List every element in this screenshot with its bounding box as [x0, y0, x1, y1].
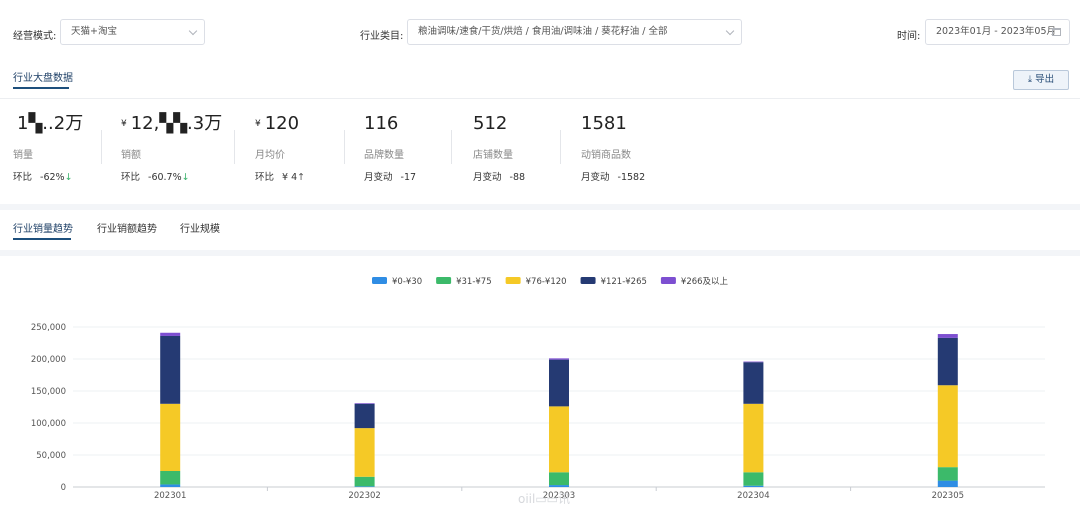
bar-segment [743, 485, 764, 487]
legend-swatch [580, 277, 596, 284]
bar-segment [549, 472, 569, 486]
bar-segment [354, 403, 375, 429]
y-tick-label: 0 [61, 483, 66, 493]
bar-segment [743, 403, 764, 473]
bar-segment [743, 472, 764, 486]
bar-segment [549, 406, 569, 473]
watermark: oiil▭▭讯 [518, 492, 571, 506]
x-tick-label: 202301 [154, 491, 186, 501]
x-tick-label: 202302 [348, 491, 380, 501]
legend-label: ¥0-¥30 [392, 277, 422, 287]
y-tick-label: 150,000 [31, 387, 66, 397]
bar-segment [160, 471, 181, 485]
bar-segment [549, 485, 569, 487]
bar-segment [937, 337, 958, 386]
legend-swatch [372, 277, 387, 284]
legend-swatch [436, 277, 452, 284]
bar-segment [354, 476, 375, 487]
bar-segment [743, 361, 764, 363]
legend-swatch [660, 277, 676, 284]
legend-label: ¥121-¥265 [601, 277, 647, 287]
y-tick-label: 100,000 [31, 419, 66, 429]
bar-segment [937, 467, 958, 481]
legend-label: ¥266及以上 [681, 277, 729, 287]
x-tick-label: 202304 [737, 491, 769, 501]
y-tick-label: 50,000 [36, 451, 66, 461]
bar-segment [160, 335, 181, 404]
bar-segment [937, 385, 958, 468]
y-tick-label: 250,000 [31, 323, 66, 333]
bar-segment [160, 403, 181, 471]
bar-segment [549, 358, 569, 360]
bar-segment [354, 486, 375, 487]
bar-segment [937, 334, 958, 338]
legend-label: ¥31-¥75 [456, 277, 492, 287]
bar-segment [743, 362, 764, 404]
legend-label: ¥76-¥120 [526, 277, 567, 287]
x-tick-label: 202305 [932, 491, 964, 501]
bar-segment [354, 428, 375, 477]
y-tick-label: 200,000 [31, 355, 66, 365]
bar-segment [160, 332, 181, 336]
bar-segment [160, 484, 181, 487]
stacked-bar-chart: 0 50,000 100,000 150,000 200,000 250,000 20230… [31, 277, 1045, 501]
legend-swatch [505, 277, 521, 284]
bar-segment [937, 480, 958, 487]
bar-segment [549, 359, 569, 407]
bar-segment [354, 403, 375, 404]
